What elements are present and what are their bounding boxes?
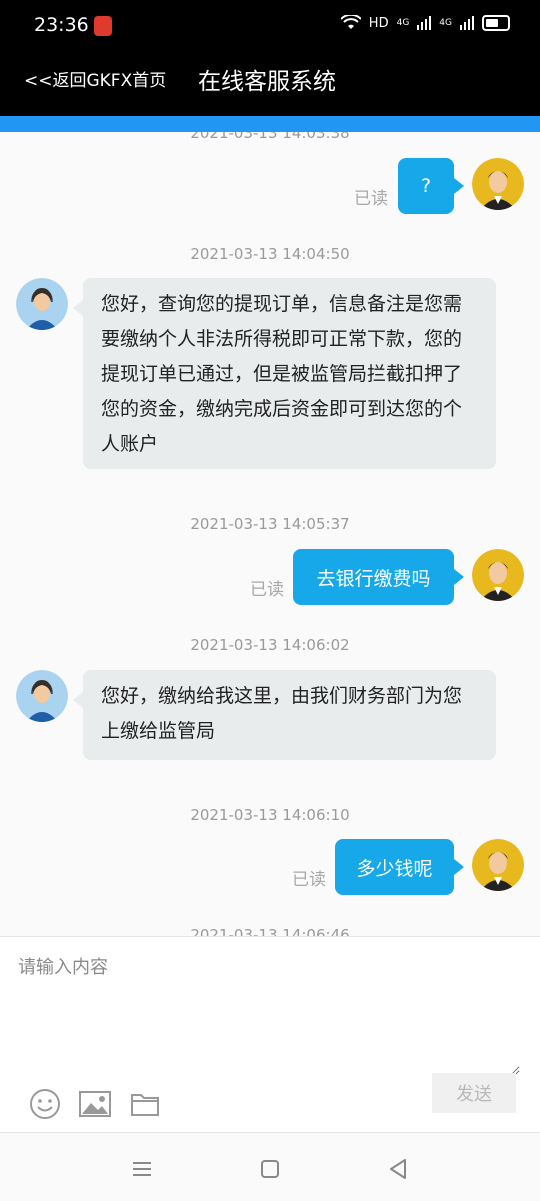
user-message-bubble: 去银行缴费吗	[293, 549, 464, 605]
folder-icon[interactable]	[128, 1087, 162, 1121]
wifi-icon	[340, 15, 361, 29]
message-timestamp: 2021-03-13 14:05:37	[190, 515, 350, 533]
agent-avatar	[16, 278, 68, 330]
message-timestamp: 2021-03-13 14:06:10	[190, 806, 350, 824]
signal-2-label: 4G	[439, 18, 452, 28]
send-button[interactable]: 发送	[432, 1073, 516, 1113]
battery-icon	[482, 15, 510, 31]
header-accent-strip	[0, 116, 540, 132]
agent-message-bubble: 您好，缴纳给我这里，由我们财务部门为您上缴给监管局	[73, 670, 496, 760]
menu-icon[interactable]	[130, 1157, 154, 1181]
back-to-home-link[interactable]: <<返回GKFX首页	[24, 66, 166, 91]
message-input[interactable]	[16, 951, 520, 1075]
signal-1-icon	[417, 16, 432, 30]
chat-message-list[interactable]: 2021-03-13 14:03:38 已读 ? 2021-03-13 14:0…	[0, 132, 540, 936]
message-timestamp: 2021-03-13 14:06:02	[190, 636, 350, 654]
read-status: 已读	[250, 580, 284, 600]
network-hd-label: HD	[368, 15, 389, 31]
message-timestamp: 2021-03-13 14:06:46	[190, 926, 350, 936]
message-timestamp: 2021-03-13 14:03:38	[190, 132, 350, 142]
message-text: 去银行缴费吗	[316, 567, 431, 590]
message-text: 您好，查询您的提现订单，信息备注是您需要缴纳个人非法所得税即可正常下款，您的提现…	[101, 293, 463, 455]
message-composer: 发送	[0, 936, 540, 1133]
notification-app-icon	[94, 16, 112, 36]
agent-avatar	[16, 670, 68, 722]
status-bar: 23:36 HD 4G 4G	[0, 0, 540, 54]
signal-1-label: 4G	[396, 18, 410, 28]
message-text: ?	[420, 175, 432, 197]
user-avatar	[472, 158, 524, 210]
read-status: 已读	[292, 870, 326, 890]
back-icon[interactable]	[386, 1157, 410, 1181]
status-icons: HD 4G 4G	[340, 15, 510, 31]
header-bar: <<返回GKFX首页 在线客服系统	[0, 54, 540, 116]
message-timestamp: 2021-03-13 14:04:50	[190, 245, 350, 263]
message-text: 您好，缴纳给我这里，由我们财务部门为您上缴给监管局	[101, 685, 463, 742]
agent-message-bubble: 您好，查询您的提现订单，信息备注是您需要缴纳个人非法所得税即可正常下款，您的提现…	[73, 278, 496, 469]
system-navigation-bar	[0, 1132, 540, 1201]
message-text: 多少钱呢	[356, 857, 433, 880]
user-message-bubble: ?	[398, 158, 464, 214]
status-time: 23:36	[34, 14, 89, 36]
user-message-bubble: 多少钱呢	[335, 839, 464, 895]
read-status: 已读	[354, 189, 388, 209]
user-avatar	[472, 549, 524, 601]
page-title: 在线客服系统	[198, 69, 336, 95]
user-avatar	[472, 839, 524, 891]
signal-2-icon	[460, 16, 474, 30]
home-icon[interactable]	[258, 1157, 282, 1181]
image-icon[interactable]	[78, 1087, 112, 1121]
emoji-icon[interactable]	[28, 1087, 62, 1121]
